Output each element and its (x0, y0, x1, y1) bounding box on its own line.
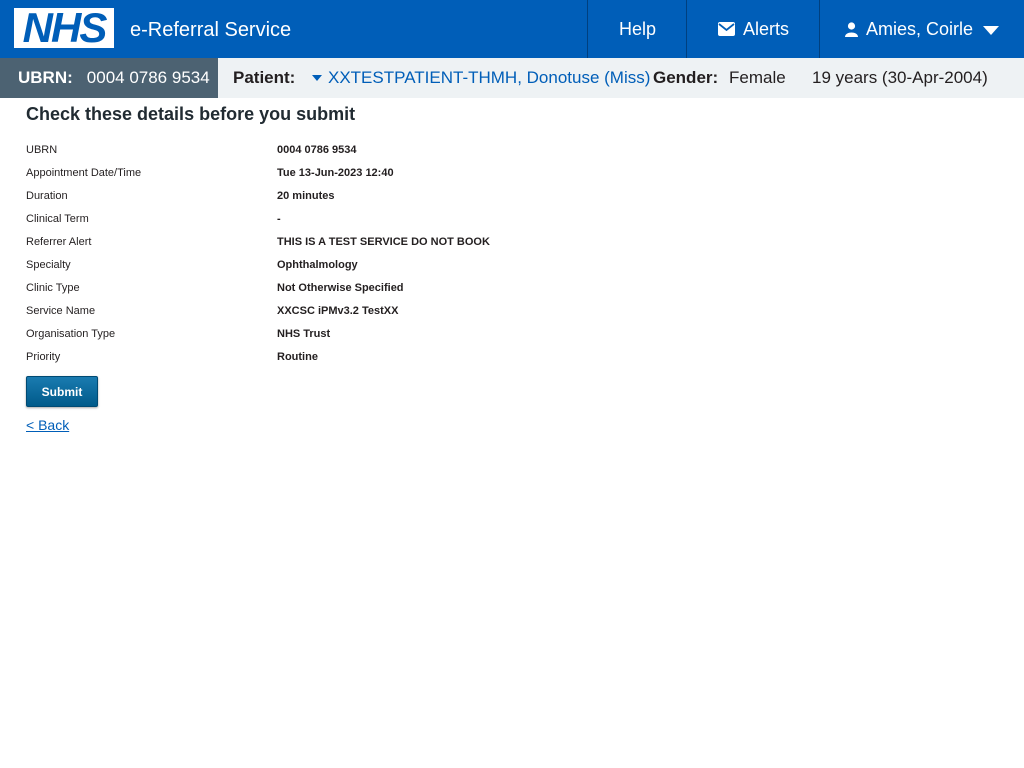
detail-row-appointment: Appointment Date/Time Tue 13-Jun-2023 12… (26, 166, 726, 189)
alerts-label: Alerts (742, 18, 789, 39)
detail-label: Referrer Alert (26, 236, 92, 248)
ubrn-value: 0004 0786 9534 (86, 68, 210, 87)
detail-row-organisation-type: Organisation Type NHS Trust (26, 327, 726, 350)
detail-value: - (277, 213, 281, 225)
nhs-logo[interactable]: NHS (14, 4, 114, 51)
detail-label: Duration (26, 190, 68, 202)
caret-down-icon (312, 75, 322, 81)
detail-row-referrer-alert: Referrer Alert THIS IS A TEST SERVICE DO… (26, 235, 726, 258)
ubrn-box: UBRN: 0004 0786 9534 (0, 58, 218, 98)
detail-row-clinical-term: Clinical Term - (26, 212, 726, 235)
detail-label: Service Name (26, 305, 96, 317)
detail-value: NHS Trust (277, 328, 331, 340)
detail-label: Appointment Date/Time (26, 167, 142, 179)
patient-banner: UBRN: 0004 0786 9534 Patient: XXTESTPATI… (0, 58, 1024, 98)
age-dob: 19 years (30-Apr-2004) (812, 68, 988, 87)
patient-label: Patient: (233, 68, 296, 87)
detail-row-clinic-type: Clinic Type Not Otherwise Specified (26, 281, 726, 304)
envelope-icon (717, 22, 735, 36)
ubrn-label: UBRN: (18, 68, 73, 87)
user-icon (844, 21, 858, 37)
user-name: Amies, Coirle (865, 18, 974, 39)
chevron-down-icon (983, 25, 1000, 35)
help-label: Help (618, 18, 657, 39)
user-menu[interactable]: Amies, Coirle (819, 0, 1024, 58)
back-link[interactable]: < Back (26, 417, 69, 433)
detail-value: Tue 13-Jun-2023 12:40 (277, 167, 394, 179)
detail-row-priority: Priority Routine (26, 350, 726, 373)
detail-label: Clinic Type (26, 282, 80, 294)
gender-label: Gender: (653, 68, 719, 87)
detail-label: Clinical Term (26, 213, 89, 225)
detail-value: 0004 0786 9534 (277, 144, 357, 156)
patient-details-toggle[interactable]: XXTESTPATIENT-THMH, Donotuse (Miss) (312, 68, 650, 88)
detail-label: Organisation Type (26, 328, 116, 340)
detail-row-ubrn: UBRN 0004 0786 9534 (26, 143, 726, 166)
service-name: e-Referral Service (130, 19, 292, 41)
detail-row-duration: Duration 20 minutes (26, 189, 726, 212)
details-list: UBRN 0004 0786 9534 Appointment Date/Tim… (26, 143, 726, 373)
detail-value: Ophthalmology (277, 259, 358, 271)
detail-value: 20 minutes (277, 190, 335, 202)
detail-value: THIS IS A TEST SERVICE DO NOT BOOK (277, 236, 490, 248)
detail-label: Specialty (26, 259, 71, 271)
detail-label: Priority (26, 351, 61, 363)
detail-label: UBRN (26, 144, 58, 156)
gender-value: Female (729, 68, 786, 87)
detail-value: XXCSC iPMv3.2 TestXX (277, 305, 399, 317)
alerts-link[interactable]: Alerts (686, 0, 820, 58)
submit-button[interactable]: Submit (26, 376, 98, 407)
detail-value: Routine (277, 351, 318, 363)
nhs-logo-text: NHS (22, 4, 108, 51)
detail-value: Not Otherwise Specified (277, 282, 404, 294)
detail-row-specialty: Specialty Ophthalmology (26, 258, 726, 281)
help-link[interactable]: Help (587, 0, 687, 58)
page-title: Check these details before you submit (26, 104, 356, 124)
patient-name: XXTESTPATIENT-THMH, Donotuse (Miss) (328, 68, 651, 87)
app-header: NHS e-Referral Service Help Alerts Amies… (0, 0, 1024, 58)
detail-row-service-name: Service Name XXCSC iPMv3.2 TestXX (26, 304, 726, 327)
